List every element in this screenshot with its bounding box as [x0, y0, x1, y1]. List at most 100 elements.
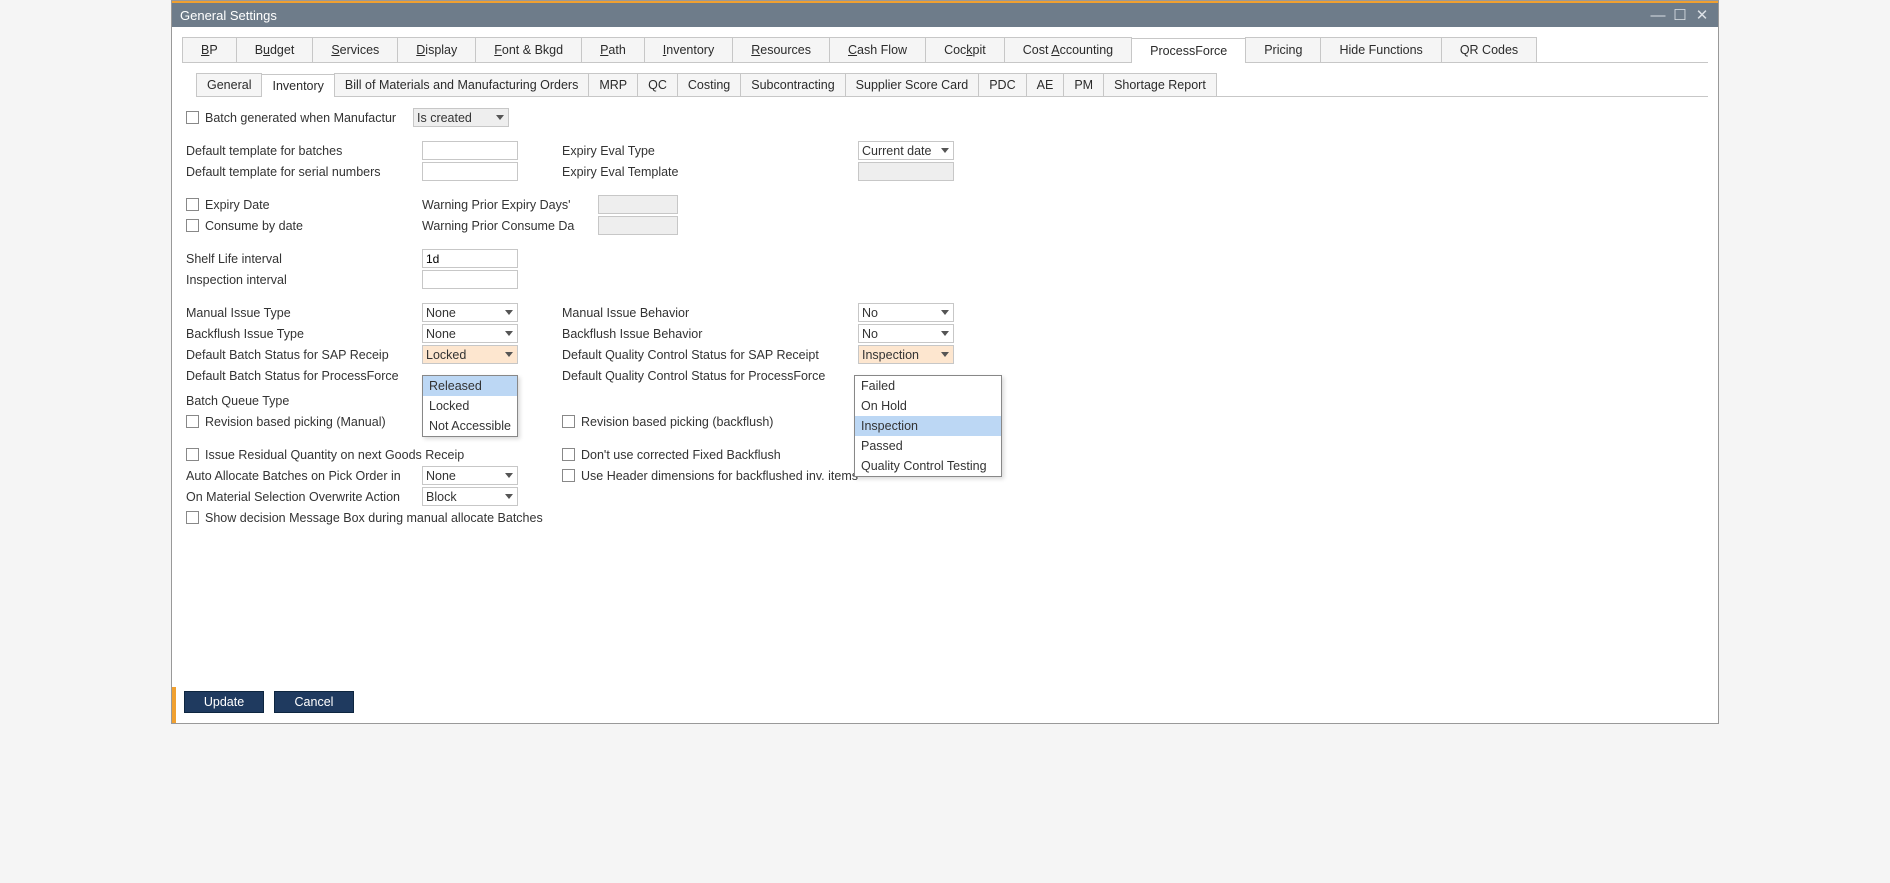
- subtab-general[interactable]: General: [196, 73, 262, 96]
- show-decision-label: Show decision Message Box during manual …: [205, 511, 543, 525]
- batch-status-option-locked[interactable]: Locked: [423, 396, 517, 416]
- expiry-eval-type-select[interactable]: Current date: [858, 141, 954, 160]
- content: BP Budget Services Display Font & Bkgd P…: [172, 27, 1718, 687]
- tab-path[interactable]: Path: [581, 37, 645, 62]
- window-title: General Settings: [180, 8, 1650, 23]
- subtab-qc[interactable]: QC: [637, 73, 678, 96]
- default-template-serial-label: Default template for serial numbers: [186, 165, 422, 179]
- manual-issue-behavior-label: Manual Issue Behavior: [562, 306, 858, 320]
- update-button[interactable]: Update: [184, 691, 264, 713]
- revision-picking-backflush-label: Revision based picking (backflush): [581, 415, 773, 429]
- subtab-costing[interactable]: Costing: [677, 73, 741, 96]
- tab-display[interactable]: Display: [397, 37, 476, 62]
- backflush-issue-type-label: Backflush Issue Type: [186, 327, 422, 341]
- sub-tabs: General Inventory Bill of Materials and …: [196, 73, 1708, 97]
- batch-status-option-released[interactable]: Released: [423, 376, 517, 396]
- shelf-life-input[interactable]: [422, 249, 518, 268]
- qc-status-option-failed[interactable]: Failed: [855, 376, 1001, 396]
- close-icon[interactable]: ✕: [1694, 7, 1710, 23]
- consume-date-checkbox[interactable]: [186, 219, 199, 232]
- subtab-bom[interactable]: Bill of Materials and Manufacturing Orde…: [334, 73, 589, 96]
- expiry-date-label: Expiry Date: [205, 198, 270, 212]
- tab-qr-codes[interactable]: QR Codes: [1441, 37, 1537, 62]
- titlebar: General Settings — ☐ ✕: [172, 1, 1718, 27]
- maximize-icon[interactable]: ☐: [1672, 7, 1688, 23]
- batch-generated-checkbox[interactable]: [186, 111, 199, 124]
- window-controls: — ☐ ✕: [1650, 7, 1710, 23]
- revision-picking-manual-label: Revision based picking (Manual): [205, 415, 386, 429]
- batch-generated-select[interactable]: Is created: [413, 108, 509, 127]
- tab-pricing[interactable]: Pricing: [1245, 37, 1321, 62]
- manual-issue-type-select[interactable]: None: [422, 303, 518, 322]
- default-template-batches-label: Default template for batches: [186, 144, 422, 158]
- use-header-dims-checkbox[interactable]: [562, 469, 575, 482]
- backflush-issue-type-select[interactable]: None: [422, 324, 518, 343]
- subtab-pm[interactable]: PM: [1063, 73, 1104, 96]
- subtab-pdc[interactable]: PDC: [978, 73, 1026, 96]
- batch-status-dropdown[interactable]: Released Locked Not Accessible: [422, 375, 518, 437]
- default-batch-pf-label: Default Batch Status for ProcessForce: [186, 369, 422, 383]
- expiry-eval-template-input: [858, 162, 954, 181]
- default-template-batches-input[interactable]: [422, 141, 518, 160]
- qc-status-option-onhold[interactable]: On Hold: [855, 396, 1001, 416]
- expiry-eval-template-label: Expiry Eval Template: [562, 165, 858, 179]
- qc-status-option-qctest[interactable]: Quality Control Testing: [855, 456, 1001, 476]
- qc-status-option-inspection[interactable]: Inspection: [855, 416, 1001, 436]
- revision-picking-manual-checkbox[interactable]: [186, 415, 199, 428]
- tab-font-bkgd[interactable]: Font & Bkgd: [475, 37, 582, 62]
- dont-use-corrected-label: Don't use corrected Fixed Backflush: [581, 448, 781, 462]
- subtab-ae[interactable]: AE: [1026, 73, 1065, 96]
- default-template-serial-input[interactable]: [422, 162, 518, 181]
- tab-services[interactable]: Services: [312, 37, 398, 62]
- expiry-date-checkbox[interactable]: [186, 198, 199, 211]
- auto-allocate-select[interactable]: None: [422, 466, 518, 485]
- tab-cockpit[interactable]: Cockpit: [925, 37, 1005, 62]
- inspection-interval-input[interactable]: [422, 270, 518, 289]
- backflush-issue-behavior-label: Backflush Issue Behavior: [562, 327, 858, 341]
- issue-residual-label: Issue Residual Quantity on next Goods Re…: [205, 448, 464, 462]
- settings-window: General Settings — ☐ ✕ BP Budget Service…: [171, 0, 1719, 724]
- top-tabs: BP Budget Services Display Font & Bkgd P…: [182, 37, 1708, 63]
- backflush-issue-behavior-select[interactable]: No: [858, 324, 954, 343]
- material-selection-overwrite-label: On Material Selection Overwrite Action: [186, 490, 422, 504]
- warning-consume-input: [598, 216, 678, 235]
- qc-status-dropdown[interactable]: Failed On Hold Inspection Passed Quality…: [854, 375, 1002, 477]
- tab-inventory[interactable]: Inventory: [644, 37, 733, 62]
- subtab-inventory[interactable]: Inventory: [261, 74, 334, 97]
- issue-residual-checkbox[interactable]: [186, 448, 199, 461]
- subtab-mrp[interactable]: MRP: [588, 73, 638, 96]
- tab-hide-functions[interactable]: Hide Functions: [1320, 37, 1441, 62]
- use-header-dims-label: Use Header dimensions for backflushed in…: [581, 469, 858, 483]
- expiry-eval-type-label: Expiry Eval Type: [562, 144, 858, 158]
- batch-queue-type-label: Batch Queue Type: [186, 394, 422, 408]
- tab-bp[interactable]: BP: [182, 37, 237, 62]
- subtab-scorecard[interactable]: Supplier Score Card: [845, 73, 980, 96]
- inspection-interval-label: Inspection interval: [186, 273, 422, 287]
- manual-issue-behavior-select[interactable]: No: [858, 303, 954, 322]
- default-qc-pf-label: Default Quality Control Status for Proce…: [562, 369, 858, 383]
- default-batch-sap-select[interactable]: Locked: [422, 345, 518, 364]
- tab-cashflow[interactable]: Cash Flow: [829, 37, 926, 62]
- dont-use-corrected-checkbox[interactable]: [562, 448, 575, 461]
- subtab-shortage[interactable]: Shortage Report: [1103, 73, 1217, 96]
- tab-processforce[interactable]: ProcessForce: [1131, 38, 1246, 63]
- batch-status-option-notaccessible[interactable]: Not Accessible: [423, 416, 517, 436]
- form-area: Batch generated when Manufactur Is creat…: [182, 97, 1708, 528]
- minimize-icon[interactable]: —: [1650, 7, 1666, 23]
- tab-cost-accounting[interactable]: Cost Accounting: [1004, 37, 1132, 62]
- default-qc-sap-select[interactable]: Inspection: [858, 345, 954, 364]
- shelf-life-label: Shelf Life interval: [186, 252, 422, 266]
- tab-budget[interactable]: Budget: [236, 37, 314, 62]
- show-decision-checkbox[interactable]: [186, 511, 199, 524]
- subtab-subcontracting[interactable]: Subcontracting: [740, 73, 845, 96]
- warning-consume-label: Warning Prior Consume Da: [422, 219, 598, 233]
- footer: Update Cancel: [172, 687, 1718, 723]
- default-qc-sap-label: Default Quality Control Status for SAP R…: [562, 348, 858, 362]
- tab-resources[interactable]: Resources: [732, 37, 830, 62]
- cancel-button[interactable]: Cancel: [274, 691, 354, 713]
- warning-expiry-input: [598, 195, 678, 214]
- qc-status-option-passed[interactable]: Passed: [855, 436, 1001, 456]
- warning-expiry-label: Warning Prior Expiry Days': [422, 198, 598, 212]
- revision-picking-backflush-checkbox[interactable]: [562, 415, 575, 428]
- material-selection-overwrite-select[interactable]: Block: [422, 487, 518, 506]
